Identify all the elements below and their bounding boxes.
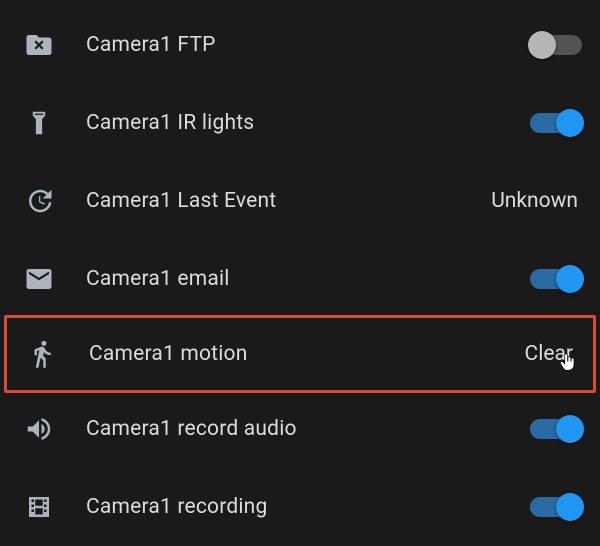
- last-event-value: Unknown: [491, 189, 582, 213]
- row-label: Camera1 FTP: [86, 33, 530, 57]
- switch-record-audio[interactable]: [530, 419, 582, 439]
- email-icon: [24, 264, 86, 294]
- switch-email[interactable]: [530, 269, 582, 289]
- history-icon: [24, 186, 86, 216]
- settings-list: Camera1 FTP Camera1 IR lights Camera1 La…: [0, 0, 600, 546]
- row-label: Camera1 email: [86, 267, 530, 291]
- film-icon: [24, 492, 86, 522]
- folder-remove-icon: [24, 30, 86, 60]
- switch-ir-lights[interactable]: [530, 113, 582, 133]
- row-record-audio[interactable]: Camera1 record audio: [0, 390, 600, 468]
- row-email[interactable]: Camera1 email: [0, 240, 600, 318]
- flashlight-icon: [24, 108, 86, 138]
- walk-icon: [27, 339, 89, 369]
- switch-ftp[interactable]: [530, 35, 582, 55]
- row-motion[interactable]: Camera1 motion Clear: [4, 315, 596, 393]
- row-label: Camera1 record audio: [86, 417, 530, 441]
- row-label: Camera1 recording: [86, 495, 530, 519]
- row-label: Camera1 IR lights: [86, 111, 530, 135]
- volume-icon: [24, 414, 86, 444]
- row-label: Camera1 motion: [89, 342, 525, 366]
- row-ir-lights[interactable]: Camera1 IR lights: [0, 84, 600, 162]
- row-ftp[interactable]: Camera1 FTP: [0, 6, 600, 84]
- row-recording[interactable]: Camera1 recording: [0, 468, 600, 546]
- row-label: Camera1 Last Event: [86, 189, 491, 213]
- switch-recording[interactable]: [530, 497, 582, 517]
- motion-clear-action[interactable]: Clear: [525, 342, 579, 366]
- row-last-event[interactable]: Camera1 Last Event Unknown: [0, 162, 600, 240]
